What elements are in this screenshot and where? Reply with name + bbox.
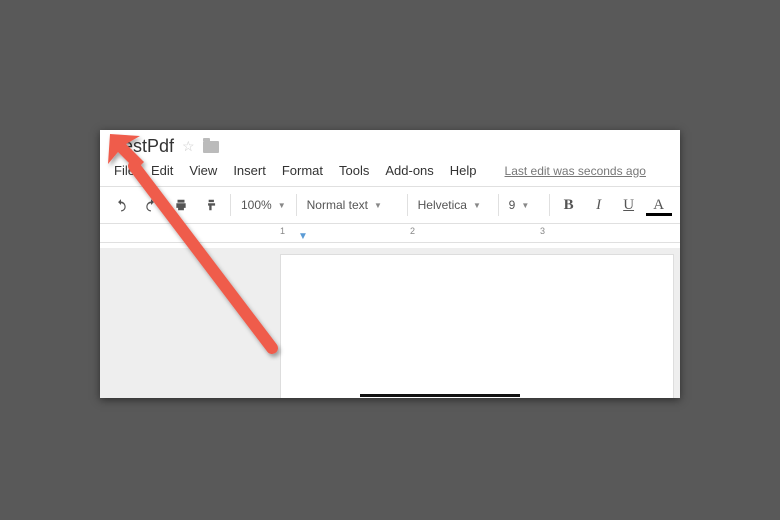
star-icon[interactable]: ☆ xyxy=(182,138,195,155)
font-size-value: 9 xyxy=(509,198,516,212)
italic-button[interactable]: I xyxy=(584,192,614,218)
font-value: Helvetica xyxy=(418,198,467,212)
text-color-button[interactable]: A xyxy=(644,192,674,218)
separator xyxy=(230,194,231,216)
font-size-dropdown[interactable]: 9 ▼ xyxy=(503,192,545,218)
paint-format-icon[interactable] xyxy=(196,192,226,218)
paragraph-style-value: Normal text xyxy=(307,198,368,212)
menu-bar: File Edit View Insert Format Tools Add-o… xyxy=(100,159,680,186)
menu-help[interactable]: Help xyxy=(450,163,477,178)
chevron-down-icon: ▼ xyxy=(278,201,286,210)
paragraph-style-dropdown[interactable]: Normal text ▼ xyxy=(301,192,403,218)
undo-icon[interactable] xyxy=(106,192,136,218)
document-page[interactable] xyxy=(280,254,674,398)
menu-addons[interactable]: Add-ons xyxy=(385,163,433,178)
editor-body xyxy=(100,248,680,398)
toolbar: 100% ▼ Normal text ▼ Helvetica ▼ 9 ▼ B I… xyxy=(100,186,680,224)
separator xyxy=(407,194,408,216)
separator xyxy=(549,194,550,216)
menu-edit[interactable]: Edit xyxy=(151,163,173,178)
chevron-down-icon: ▼ xyxy=(374,201,382,210)
underline-button[interactable]: U xyxy=(614,192,644,218)
zoom-dropdown[interactable]: 100% ▼ xyxy=(235,192,292,218)
indent-marker-icon[interactable]: ▼ xyxy=(298,231,308,242)
zoom-value: 100% xyxy=(241,198,272,212)
ruler-tick: 2 xyxy=(410,226,415,236)
page-bottom-mark xyxy=(360,394,520,397)
chevron-down-icon: ▼ xyxy=(473,201,481,210)
ruler[interactable]: ▼ 1 2 3 xyxy=(100,224,680,243)
document-title[interactable]: TestPdf xyxy=(114,136,174,157)
menu-view[interactable]: View xyxy=(189,163,217,178)
bold-button[interactable]: B xyxy=(554,192,584,218)
ruler-tick: 3 xyxy=(540,226,545,236)
separator xyxy=(296,194,297,216)
chevron-down-icon: ▼ xyxy=(521,201,529,210)
menu-format[interactable]: Format xyxy=(282,163,323,178)
menu-tools[interactable]: Tools xyxy=(339,163,369,178)
font-dropdown[interactable]: Helvetica ▼ xyxy=(412,192,494,218)
last-edit-link[interactable]: Last edit was seconds ago xyxy=(505,164,646,178)
title-bar: TestPdf ☆ xyxy=(100,130,680,159)
docs-window: TestPdf ☆ File Edit View Insert Format T… xyxy=(100,130,680,398)
ruler-tick: 1 xyxy=(280,226,285,236)
menu-file[interactable]: File xyxy=(114,163,135,178)
print-icon[interactable] xyxy=(166,192,196,218)
redo-icon[interactable] xyxy=(136,192,166,218)
folder-icon[interactable] xyxy=(203,141,219,153)
separator xyxy=(498,194,499,216)
menu-insert[interactable]: Insert xyxy=(233,163,266,178)
